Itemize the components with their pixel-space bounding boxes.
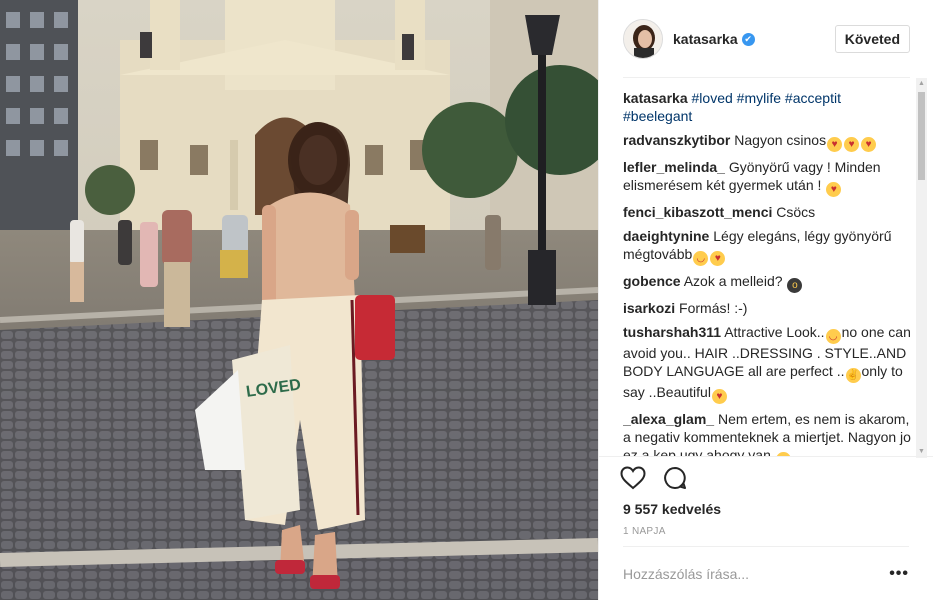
comment-username[interactable]: daeightynine — [623, 228, 709, 244]
actions-divider — [599, 456, 933, 457]
comment-item: lefler_melinda_ Gyönyörű vagy ! Minden e… — [623, 158, 912, 197]
comment-item: daeightynine Légy elegáns, légy gyönyörű… — [623, 227, 912, 266]
hashtag-link[interactable]: #mylife — [737, 90, 781, 106]
comment-text: Formás! :-) — [679, 300, 748, 316]
caption: katasarka #loved #mylife #acceptit #beel… — [623, 89, 912, 125]
hashtag-link[interactable]: #loved — [692, 90, 733, 106]
avatar-image — [624, 20, 662, 58]
smile-emoji-icon: ◡ — [693, 251, 709, 266]
comment-item: radvanszkytibor Nagyon csinos ♥ ♥ ♥ — [623, 131, 912, 152]
comment-username[interactable]: fenci_kibaszott_menci — [623, 204, 772, 220]
comment-username[interactable]: lefler_melinda_ — [623, 159, 725, 175]
header-divider — [623, 77, 910, 78]
comment-username[interactable]: gobence — [623, 273, 681, 289]
comment-item: isarkozi Formás! :-) — [623, 299, 912, 317]
comment-icon[interactable] — [661, 464, 689, 492]
comment-item: tusharshah311 Attractive Look.. ◡ no one c… — [623, 323, 912, 404]
comment-text: Azok a melleid? — [683, 273, 783, 289]
comment-input[interactable] — [623, 565, 885, 582]
kiss-emoji-icon: ♥ — [826, 182, 842, 197]
scrollbar-thumb[interactable] — [918, 92, 925, 180]
comment-item: _alexa_glam_ Nem ertem, es nem is akarom… — [623, 410, 912, 456]
instagram-post: LOVED katasarka ✔ Követed katasarka #lov… — [0, 0, 933, 600]
scroll-up-arrow-icon[interactable]: ▲ — [916, 78, 927, 90]
heart-eyes-emoji-icon: ♥ — [827, 137, 843, 152]
smile-hands-emoji-icon: ◡ — [825, 329, 841, 344]
heart-eyes-emoji-icon: ♥ — [844, 137, 860, 152]
scream-emoji-icon: o — [787, 278, 803, 293]
action-icons — [619, 464, 689, 492]
comment-text: Attractive Look.. — [724, 324, 825, 340]
add-comment-bar: ••• — [623, 546, 909, 600]
comment-item: fenci_kibaszott_menci Csöcs — [623, 203, 912, 221]
comment-text: Csöcs — [776, 204, 816, 220]
victory-hand-emoji-icon: ✌ — [845, 368, 861, 383]
avatar[interactable] — [623, 19, 663, 59]
header-username[interactable]: katasarka — [673, 31, 738, 47]
photo-illustration: LOVED — [0, 0, 598, 600]
hashtag-link[interactable]: #beelegant — [623, 108, 692, 124]
comment-username[interactable]: tusharshah311 — [623, 324, 721, 340]
hashtag-link[interactable]: #acceptit — [785, 90, 841, 106]
following-button[interactable]: Követed — [834, 25, 910, 53]
verified-badge-icon: ✔ — [741, 32, 755, 46]
post-timestamp[interactable]: 1 NAPJA — [623, 526, 666, 537]
comment-username[interactable]: radvanszkytibor — [623, 132, 730, 148]
comment-item: gobence Azok a melleid? o — [623, 272, 912, 293]
comment-username[interactable]: _alexa_glam_ — [623, 411, 714, 427]
kiss-emoji-icon: ♥ — [710, 251, 726, 266]
kiss-emoji-icon: ♥ — [711, 389, 727, 404]
likes-count[interactable]: 9 557 kedvelés — [623, 501, 721, 517]
comments-list: katasarka #loved #mylife #acceptit #beel… — [623, 89, 912, 456]
caption-username[interactable]: katasarka — [623, 90, 688, 106]
post-side-panel: katasarka ✔ Követed katasarka #loved #my… — [598, 0, 933, 600]
comment-text: Nagyon csinos — [734, 132, 827, 148]
post-photo[interactable]: LOVED — [0, 0, 598, 600]
comments-scrollbar[interactable]: ▲ ▼ — [916, 78, 927, 458]
comment-username[interactable]: isarkozi — [623, 300, 675, 316]
more-options-icon[interactable]: ••• — [885, 565, 909, 583]
heart-eyes-emoji-icon: ♥ — [861, 137, 877, 152]
post-header: katasarka ✔ Követed — [599, 0, 933, 78]
heart-icon[interactable] — [619, 464, 647, 492]
